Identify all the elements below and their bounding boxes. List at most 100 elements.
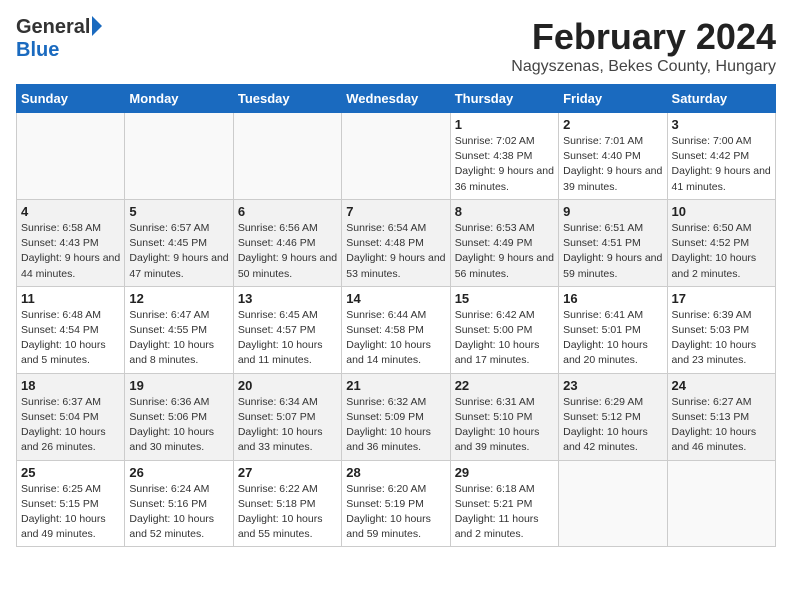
page-header: General Blue February 2024 Nagyszenas, B… — [16, 16, 776, 76]
calendar-cell: 29 Sunrise: 6:18 AM Sunset: 5:21 PM Dayli… — [450, 460, 558, 547]
day-number: 8 — [455, 204, 554, 219]
calendar-cell: 7Sunrise: 6:54 AM Sunset: 4:48 PM Daylig… — [342, 199, 450, 286]
calendar-day-header: Wednesday — [342, 85, 450, 113]
calendar-cell: 6 Sunrise: 6:56 AM Sunset: 4:46 PM Daylig… — [233, 199, 341, 286]
day-info: Sunrise: 6:39 AM Sunset: 5:03 PM Dayligh… — [672, 308, 771, 369]
day-info: Sunrise: 6:42 AM Sunset: 5:00 PM Dayligh… — [455, 308, 554, 369]
calendar-day-header: Thursday — [450, 85, 558, 113]
calendar-cell — [559, 460, 667, 547]
day-number: 3 — [672, 117, 771, 132]
day-number: 29 — [455, 465, 554, 480]
day-number: 23 — [563, 378, 662, 393]
calendar-cell: 10Sunrise: 6:50 AM Sunset: 4:52 PM Dayli… — [667, 199, 775, 286]
day-number: 4 — [21, 204, 120, 219]
calendar-cell: 27Sunrise: 6:22 AM Sunset: 5:18 PM Dayli… — [233, 460, 341, 547]
day-info: Sunrise: 6:58 AM Sunset: 4:43 PM Dayligh… — [21, 221, 120, 282]
calendar-cell: 5Sunrise: 6:57 AM Sunset: 4:45 PM Daylig… — [125, 199, 233, 286]
calendar-cell: 13 Sunrise: 6:45 AM Sunset: 4:57 PM Dayli… — [233, 286, 341, 373]
day-info: Sunrise: 6:37 AM Sunset: 5:04 PM Dayligh… — [21, 395, 120, 456]
calendar-cell: 17 Sunrise: 6:39 AM Sunset: 5:03 PM Dayli… — [667, 286, 775, 373]
day-number: 24 — [672, 378, 771, 393]
calendar-week-row: 11Sunrise: 6:48 AM Sunset: 4:54 PM Dayli… — [17, 286, 776, 373]
day-info: Sunrise: 7:02 AM Sunset: 4:38 PM Dayligh… — [455, 134, 554, 195]
day-info: Sunrise: 6:44 AM Sunset: 4:58 PM Dayligh… — [346, 308, 445, 369]
day-number: 25 — [21, 465, 120, 480]
calendar-day-header: Saturday — [667, 85, 775, 113]
calendar-cell: 4 Sunrise: 6:58 AM Sunset: 4:43 PM Daylig… — [17, 199, 125, 286]
day-number: 13 — [238, 291, 337, 306]
calendar-week-row: 18 Sunrise: 6:37 AM Sunset: 5:04 PM Dayli… — [17, 373, 776, 460]
calendar-cell: 14 Sunrise: 6:44 AM Sunset: 4:58 PM Dayli… — [342, 286, 450, 373]
calendar-cell: 18 Sunrise: 6:37 AM Sunset: 5:04 PM Dayli… — [17, 373, 125, 460]
calendar-cell: 15 Sunrise: 6:42 AM Sunset: 5:00 PM Dayli… — [450, 286, 558, 373]
calendar-cell — [17, 113, 125, 200]
calendar-cell: 22 Sunrise: 6:31 AM Sunset: 5:10 PM Dayli… — [450, 373, 558, 460]
calendar-cell — [667, 460, 775, 547]
day-number: 20 — [238, 378, 337, 393]
calendar-cell — [125, 113, 233, 200]
day-info: Sunrise: 6:50 AM Sunset: 4:52 PM Dayligh… — [672, 221, 771, 282]
calendar-week-row: 25 Sunrise: 6:25 AM Sunset: 5:15 PM Dayli… — [17, 460, 776, 547]
day-info: Sunrise: 7:00 AM Sunset: 4:42 PM Dayligh… — [672, 134, 771, 195]
day-info: Sunrise: 6:56 AM Sunset: 4:46 PM Dayligh… — [238, 221, 337, 282]
calendar-cell: 12 Sunrise: 6:47 AM Sunset: 4:55 PM Dayli… — [125, 286, 233, 373]
day-info: Sunrise: 6:25 AM Sunset: 5:15 PM Dayligh… — [21, 482, 120, 543]
day-number: 12 — [129, 291, 228, 306]
day-info: Sunrise: 6:27 AM Sunset: 5:13 PM Dayligh… — [672, 395, 771, 456]
day-number: 9 — [563, 204, 662, 219]
day-number: 26 — [129, 465, 228, 480]
calendar-cell: 25 Sunrise: 6:25 AM Sunset: 5:15 PM Dayli… — [17, 460, 125, 547]
calendar-body: 1 Sunrise: 7:02 AM Sunset: 4:38 PM Daylig… — [17, 113, 776, 547]
calendar-cell: 20Sunrise: 6:34 AM Sunset: 5:07 PM Dayli… — [233, 373, 341, 460]
day-info: Sunrise: 6:31 AM Sunset: 5:10 PM Dayligh… — [455, 395, 554, 456]
calendar-cell: 3 Sunrise: 7:00 AM Sunset: 4:42 PM Daylig… — [667, 113, 775, 200]
day-info: Sunrise: 6:48 AM Sunset: 4:54 PM Dayligh… — [21, 308, 120, 369]
day-number: 14 — [346, 291, 445, 306]
day-info: Sunrise: 6:47 AM Sunset: 4:55 PM Dayligh… — [129, 308, 228, 369]
day-number: 28 — [346, 465, 445, 480]
calendar-cell: 28 Sunrise: 6:20 AM Sunset: 5:19 PM Dayli… — [342, 460, 450, 547]
day-number: 15 — [455, 291, 554, 306]
day-info: Sunrise: 6:57 AM Sunset: 4:45 PM Dayligh… — [129, 221, 228, 282]
calendar-day-header: Friday — [559, 85, 667, 113]
day-number: 6 — [238, 204, 337, 219]
day-number: 16 — [563, 291, 662, 306]
day-info: Sunrise: 6:29 AM Sunset: 5:12 PM Dayligh… — [563, 395, 662, 456]
calendar-day-header: Tuesday — [233, 85, 341, 113]
calendar-cell: 16 Sunrise: 6:41 AM Sunset: 5:01 PM Dayli… — [559, 286, 667, 373]
calendar-cell: 2Sunrise: 7:01 AM Sunset: 4:40 PM Daylig… — [559, 113, 667, 200]
title-block: February 2024 Nagyszenas, Bekes County, … — [511, 16, 776, 76]
calendar-cell: 26Sunrise: 6:24 AM Sunset: 5:16 PM Dayli… — [125, 460, 233, 547]
calendar-day-header: Sunday — [17, 85, 125, 113]
day-number: 22 — [455, 378, 554, 393]
calendar-cell: 21Sunrise: 6:32 AM Sunset: 5:09 PM Dayli… — [342, 373, 450, 460]
calendar-cell: 11Sunrise: 6:48 AM Sunset: 4:54 PM Dayli… — [17, 286, 125, 373]
day-info: Sunrise: 6:32 AM Sunset: 5:09 PM Dayligh… — [346, 395, 445, 456]
calendar-cell: 8 Sunrise: 6:53 AM Sunset: 4:49 PM Daylig… — [450, 199, 558, 286]
logo-general-text: General — [16, 16, 90, 39]
day-info: Sunrise: 6:20 AM Sunset: 5:19 PM Dayligh… — [346, 482, 445, 543]
day-info: Sunrise: 6:18 AM Sunset: 5:21 PM Dayligh… — [455, 482, 554, 543]
day-info: Sunrise: 6:41 AM Sunset: 5:01 PM Dayligh… — [563, 308, 662, 369]
day-info: Sunrise: 6:53 AM Sunset: 4:49 PM Dayligh… — [455, 221, 554, 282]
logo-blue-text: Blue — [16, 39, 59, 62]
calendar-table: SundayMondayTuesdayWednesdayThursdayFrid… — [16, 84, 776, 547]
calendar-cell: 19Sunrise: 6:36 AM Sunset: 5:06 PM Dayli… — [125, 373, 233, 460]
day-number: 1 — [455, 117, 554, 132]
day-number: 19 — [129, 378, 228, 393]
calendar-cell: 1 Sunrise: 7:02 AM Sunset: 4:38 PM Daylig… — [450, 113, 558, 200]
main-title: February 2024 — [511, 16, 776, 58]
calendar-cell: 24 Sunrise: 6:27 AM Sunset: 5:13 PM Dayli… — [667, 373, 775, 460]
day-info: Sunrise: 7:01 AM Sunset: 4:40 PM Dayligh… — [563, 134, 662, 195]
day-number: 17 — [672, 291, 771, 306]
calendar-day-header: Monday — [125, 85, 233, 113]
calendar-cell — [342, 113, 450, 200]
day-info: Sunrise: 6:51 AM Sunset: 4:51 PM Dayligh… — [563, 221, 662, 282]
calendar-week-row: 1 Sunrise: 7:02 AM Sunset: 4:38 PM Daylig… — [17, 113, 776, 200]
calendar-header-row: SundayMondayTuesdayWednesdayThursdayFrid… — [17, 85, 776, 113]
day-info: Sunrise: 6:45 AM Sunset: 4:57 PM Dayligh… — [238, 308, 337, 369]
day-number: 18 — [21, 378, 120, 393]
subtitle: Nagyszenas, Bekes County, Hungary — [511, 58, 776, 76]
day-info: Sunrise: 6:22 AM Sunset: 5:18 PM Dayligh… — [238, 482, 337, 543]
logo: General Blue — [16, 16, 102, 62]
